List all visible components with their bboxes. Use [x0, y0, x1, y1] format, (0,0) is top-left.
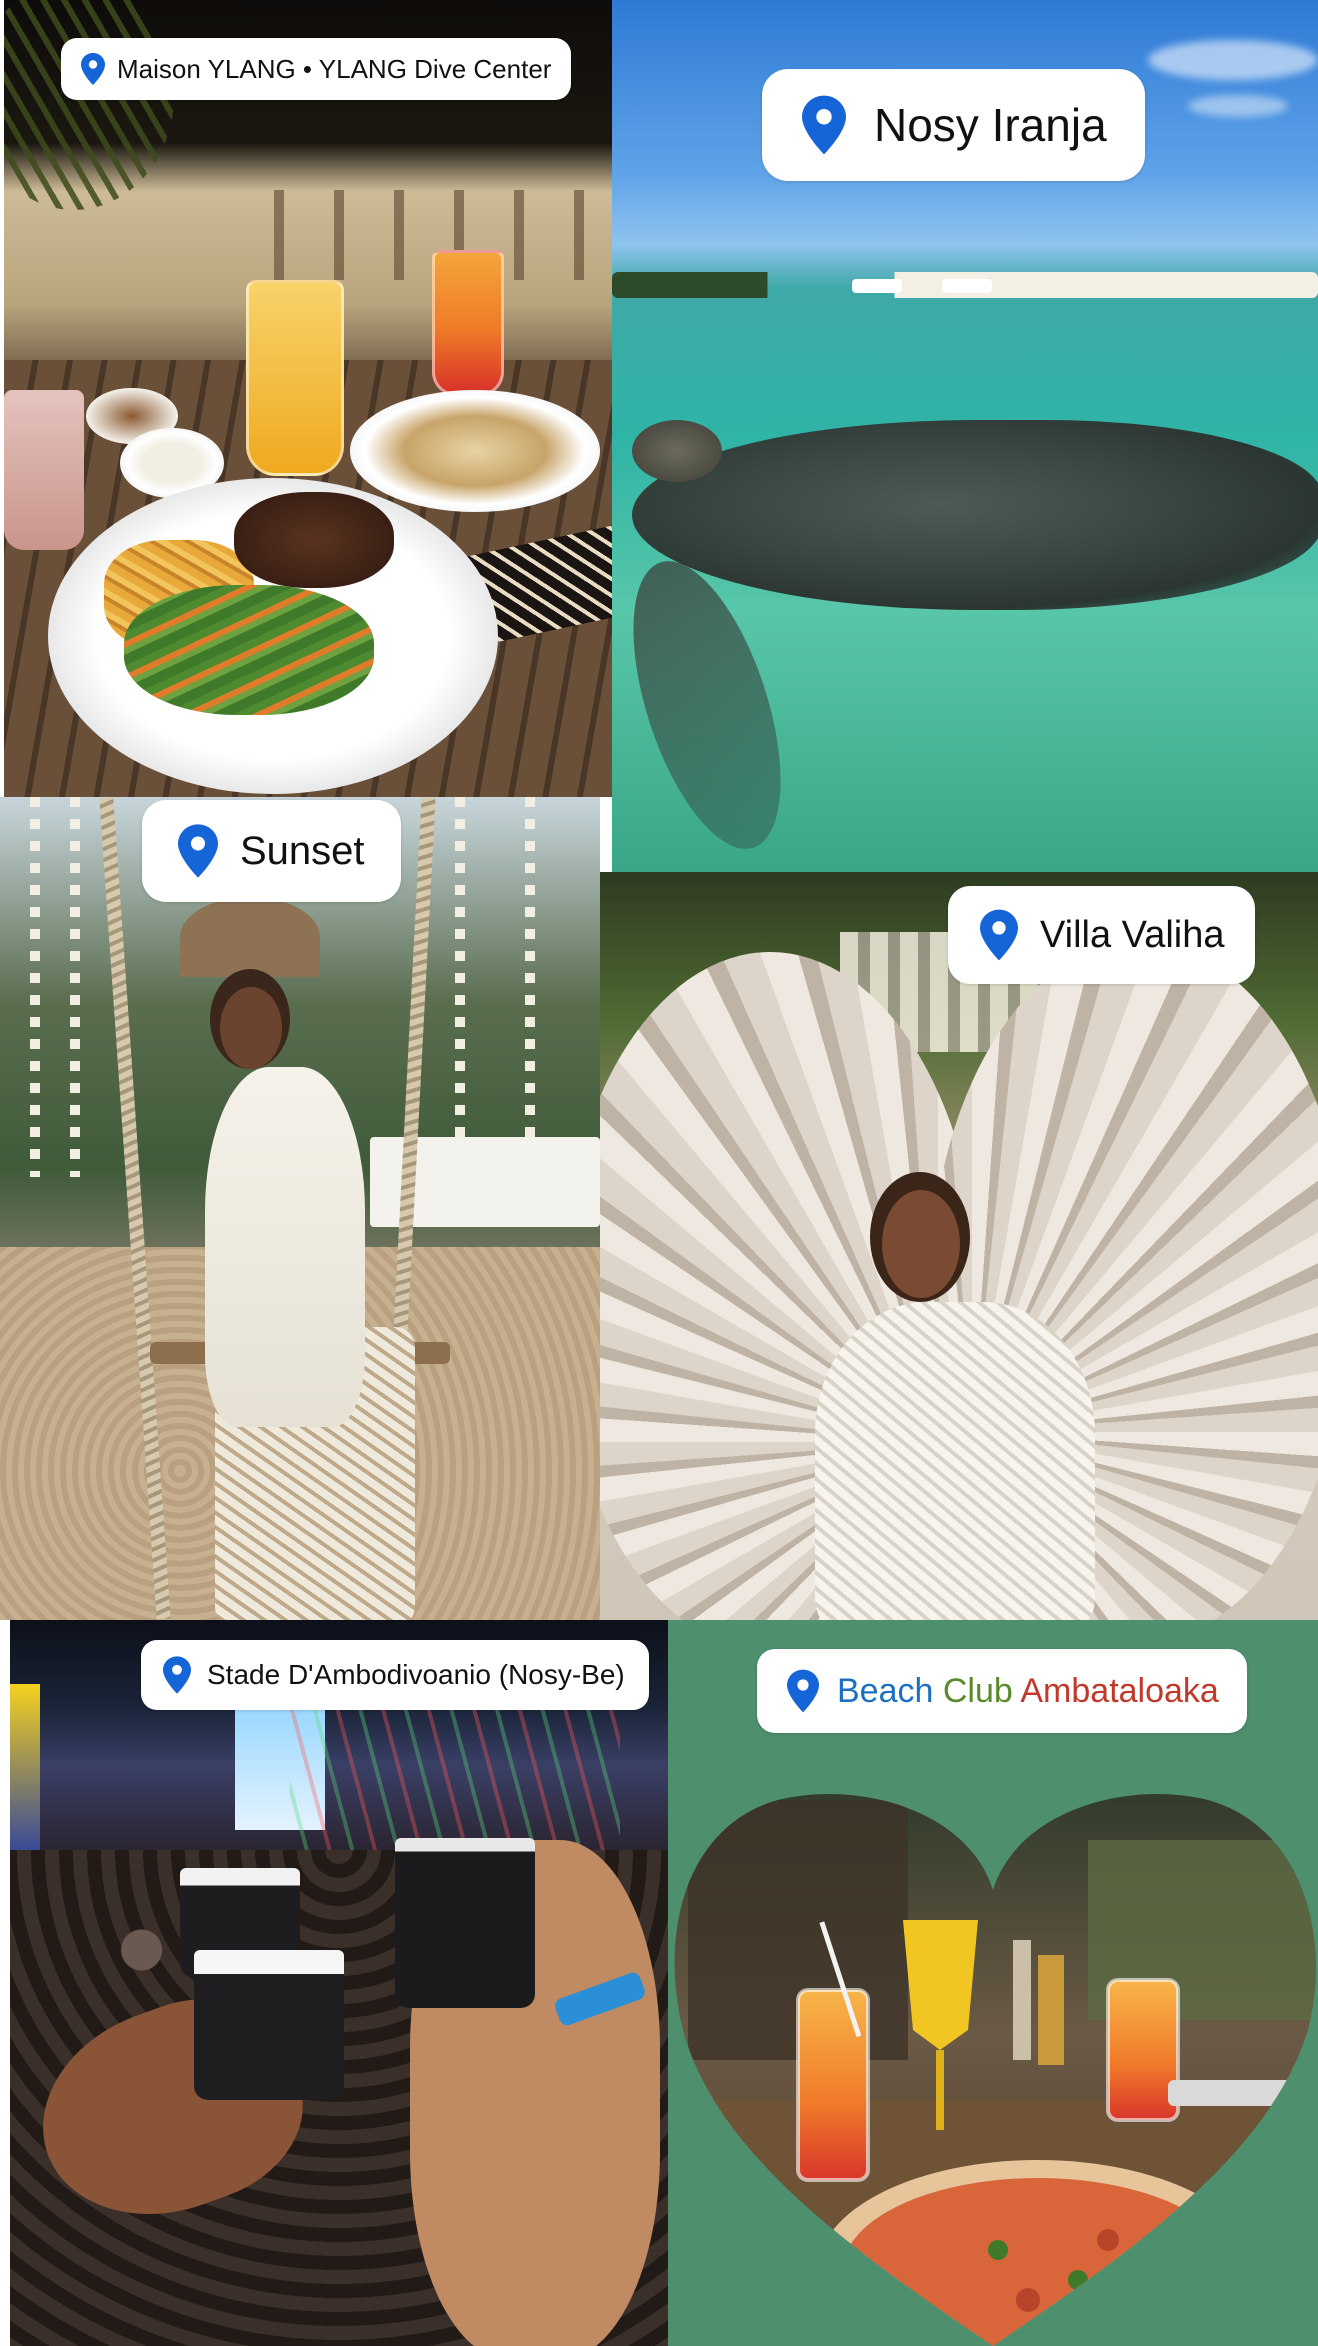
location-label: Nosy Iranja [874, 99, 1107, 151]
cloud [1148, 40, 1318, 80]
photo-concert-crowd [10, 1620, 668, 2346]
white-top [205, 1067, 365, 1427]
location-label: Sunset [240, 828, 365, 873]
boat [852, 279, 902, 293]
boat [942, 279, 992, 293]
party-cup [194, 1950, 344, 2100]
party-cup [395, 1838, 535, 2008]
map-pin-icon [980, 909, 1018, 961]
label-word: Ambataloaka [1020, 1671, 1219, 1710]
face-with-sunglasses [220, 987, 282, 1069]
map-pin-icon [787, 1669, 819, 1713]
orange-juice-glass [246, 280, 344, 476]
location-tag-stade-ambodivoanio[interactable]: Stade D'Ambodivoanio (Nosy-Be) [141, 1640, 649, 1710]
photo-girl-palm-fan [600, 872, 1318, 1620]
label-word: Club [942, 1671, 1013, 1710]
turtle-head [632, 420, 722, 482]
sea-turtle-shell [632, 420, 1318, 610]
thatched-hut [180, 897, 320, 977]
map-pin-icon [178, 824, 218, 878]
pink-drink [4, 390, 84, 550]
map-pin-icon [163, 1656, 191, 1694]
shell-garland [70, 797, 80, 1177]
face-blowing-kiss [882, 1190, 960, 1298]
location-tag-sunset[interactable]: Sunset [142, 800, 401, 902]
white-lace-outfit [815, 1302, 1095, 1620]
photo-girl-on-swing [0, 797, 600, 1620]
palm-fronds [4, 0, 174, 210]
sponsor-banner [10, 1684, 40, 1864]
location-tag-villa-valiha[interactable]: Villa Valiha [948, 886, 1255, 984]
shell-garland [525, 797, 535, 1177]
location-label: Maison YLANG • YLANG Dive Center [117, 53, 552, 84]
map-pin-icon [802, 95, 846, 155]
map-pin-icon [81, 53, 105, 85]
location-label: Villa Valiha [1040, 913, 1225, 956]
shell-garland [455, 797, 465, 1177]
location-tag-maison-ylang[interactable]: Maison YLANG • YLANG Dive Center [61, 38, 572, 100]
location-label: Stade D'Ambodivoanio (Nosy-Be) [207, 1659, 625, 1690]
sunrise-cocktail-glass [432, 250, 504, 396]
green-beans-carrots [124, 585, 374, 715]
location-tag-nosy-iranja[interactable]: Nosy Iranja [762, 69, 1145, 181]
cloud [1188, 95, 1288, 117]
heart-frame [674, 1794, 1316, 2346]
shell-garland [30, 797, 40, 1177]
photo-restaurant-dinner [4, 0, 612, 797]
steak [234, 492, 394, 588]
salad-plate [350, 390, 600, 512]
label-word: Beach [837, 1671, 934, 1710]
location-label: Beach Club Ambataloaka [837, 1672, 1219, 1711]
location-tag-beach-club-ambataloaka[interactable]: Beach Club Ambataloaka [757, 1649, 1247, 1733]
